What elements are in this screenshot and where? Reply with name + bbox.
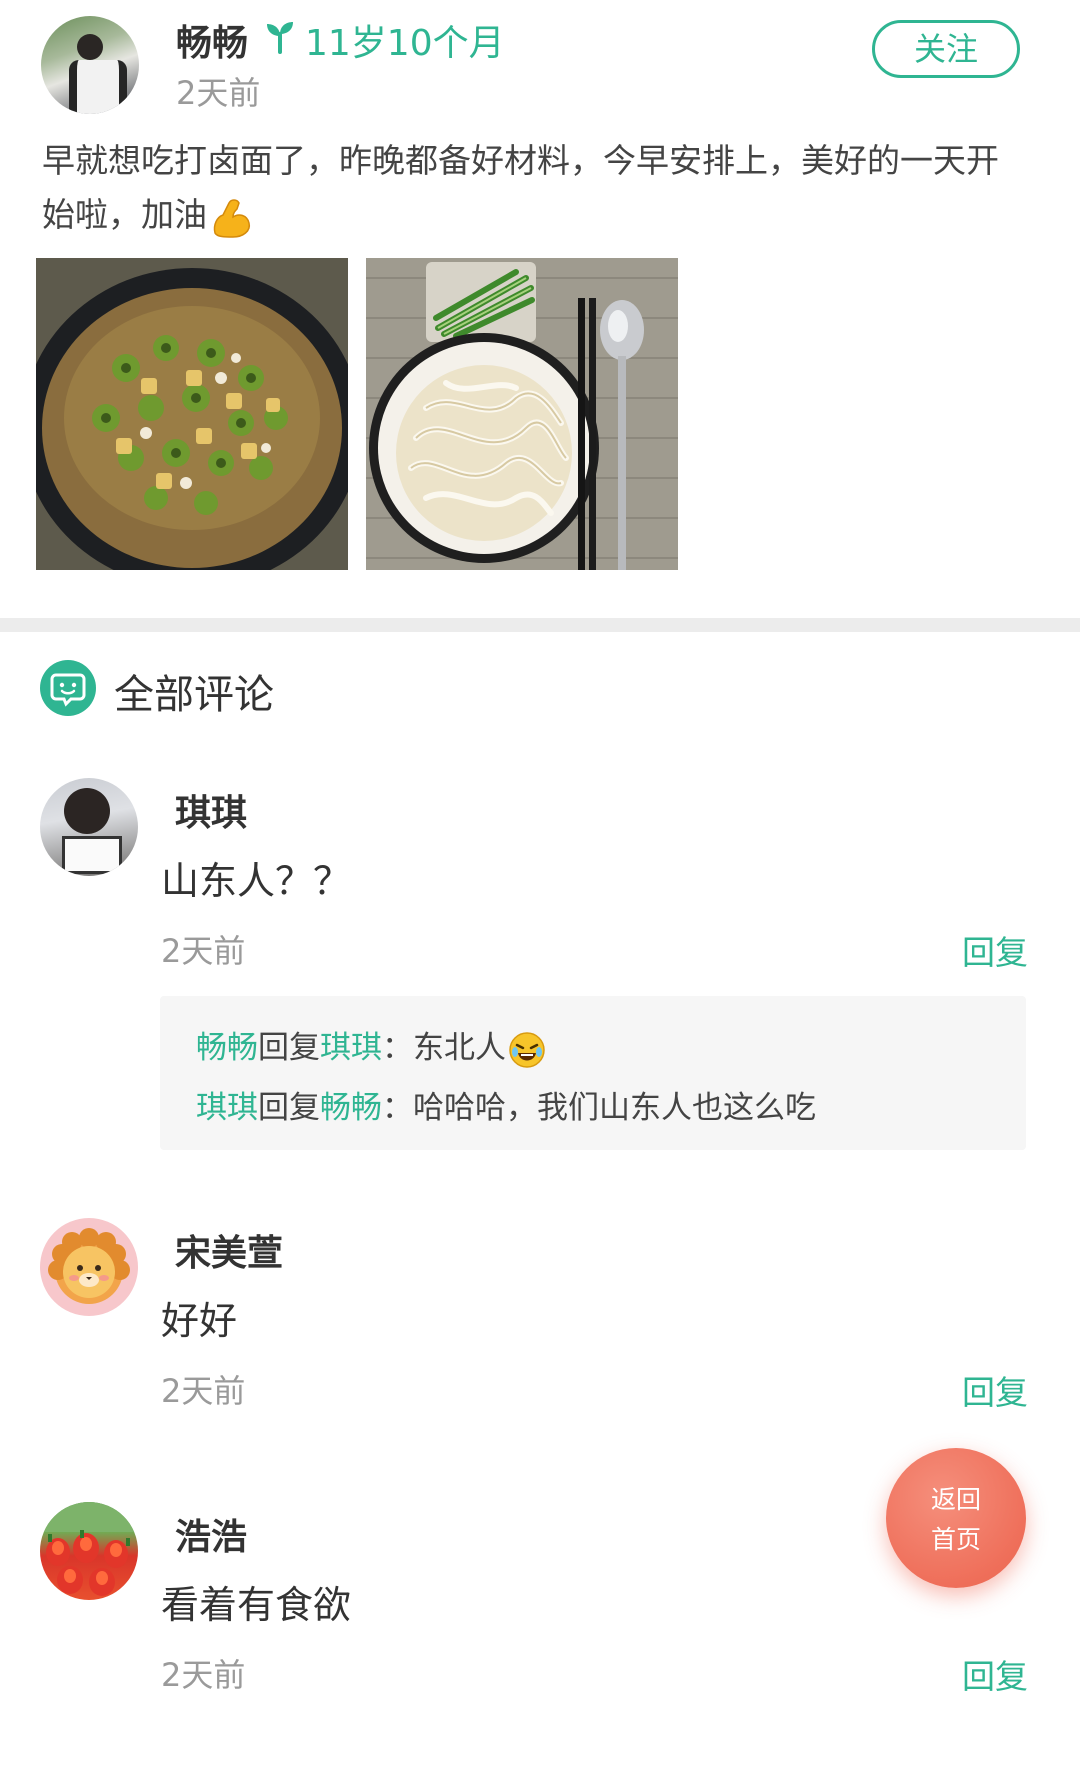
commenter-avatar[interactable]: [40, 778, 138, 876]
post-card: 畅畅 11岁10个月 2天前 关注 早就想吃打卤面了，昨晚都备好材料，今早安排上…: [0, 0, 1080, 625]
reply-thread: 畅畅回复琪琪：东北人 琪琪回复畅畅：哈哈哈，我们山东人也这么吃: [160, 996, 1026, 1150]
laughing-emoji-icon: [509, 1031, 545, 1068]
child-age: 11岁10个月: [305, 23, 505, 64]
reply-button[interactable]: 回复: [962, 1366, 1028, 1414]
back-to-home-button[interactable]: 返回 首页: [886, 1448, 1026, 1588]
comment-text: 山东人？？: [161, 859, 352, 903]
comment-bubble-icon: [40, 660, 96, 716]
commenter-name[interactable]: 宋美萱: [175, 1224, 283, 1276]
flexed-biceps-icon: [213, 198, 251, 238]
commenter-name[interactable]: 浩浩: [175, 1508, 247, 1560]
post-time: 2天前: [176, 74, 261, 112]
section-divider: [0, 618, 1080, 632]
commenter-avatar[interactable]: [40, 1502, 138, 1600]
reply-from-user[interactable]: 琪琪: [196, 1090, 258, 1126]
reply-from-user[interactable]: 畅畅: [196, 1030, 258, 1066]
reply-line[interactable]: 琪琪回复畅畅：哈哈哈，我们山东人也这么吃: [196, 1082, 816, 1127]
sprout-icon: [267, 22, 293, 54]
fab-label-line1: 返回: [930, 1485, 981, 1514]
follow-button[interactable]: 关注: [872, 20, 1020, 78]
reply-to-user[interactable]: 畅畅: [320, 1090, 382, 1126]
commenter-name[interactable]: 琪琪: [175, 784, 247, 836]
reply-text: ：哈哈哈，我们山东人也这么吃: [382, 1090, 816, 1126]
comment-time: 2天前: [161, 1656, 246, 1694]
comments-header: 全部评论: [0, 660, 1080, 730]
reply-button[interactable]: 回复: [962, 1650, 1028, 1698]
reply-verb: 回复: [258, 1030, 320, 1066]
fab-label-line2: 首页: [930, 1525, 981, 1554]
author-avatar[interactable]: [41, 16, 139, 114]
reply-text: ：东北人: [382, 1030, 506, 1066]
comment-time: 2天前: [161, 1372, 246, 1410]
comment-text: 好好: [161, 1299, 238, 1343]
comment-time: 2天前: [161, 932, 246, 970]
commenter-avatar[interactable]: [40, 1218, 138, 1316]
author-name[interactable]: 畅畅: [176, 14, 248, 66]
post-photo-noodles[interactable]: [366, 258, 678, 570]
comments-title: 全部评论: [114, 672, 274, 718]
post-text-content: 早就想吃打卤面了，昨晚都备好材料，今早安排上，美好的一天开始啦，加油: [42, 141, 999, 234]
post-text: 早就想吃打卤面了，昨晚都备好材料，今早安排上，美好的一天开始啦，加油: [42, 134, 1027, 242]
reply-line[interactable]: 畅畅回复琪琪：东北人: [196, 1022, 546, 1069]
reply-to-user[interactable]: 琪琪: [320, 1030, 382, 1066]
post-photo-noodle-sauce[interactable]: [36, 258, 348, 570]
comment-text: 看着有食欲: [161, 1583, 352, 1627]
reply-verb: 回复: [258, 1090, 320, 1126]
reply-button[interactable]: 回复: [962, 926, 1028, 974]
